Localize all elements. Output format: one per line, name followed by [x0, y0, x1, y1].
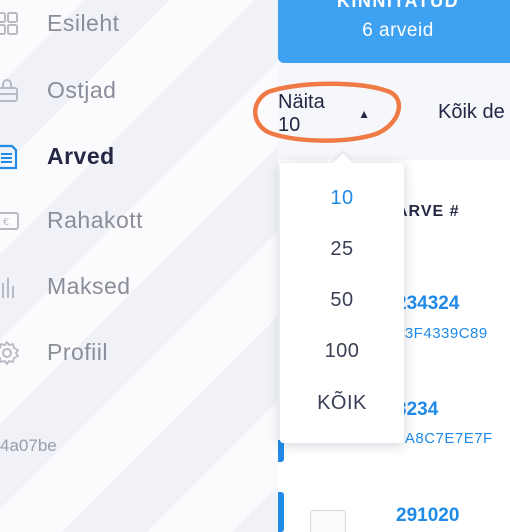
sidebar-item-label: Arved: [47, 142, 115, 169]
chevron-up-icon: ▲: [358, 107, 370, 121]
svg-text:€: €: [3, 217, 9, 228]
invoice-code: #3F4339C89: [396, 325, 488, 342]
page-size-option-all[interactable]: KÕIK: [280, 392, 404, 415]
invoice-number-link[interactable]: 234324: [396, 293, 459, 315]
sidebar-item-label: Ostjad: [47, 76, 117, 103]
column-header-invoice-number[interactable]: ARVE #: [396, 203, 460, 221]
sidebar-item-label: Profiil: [47, 338, 109, 365]
sidebar-item-label: Maksed: [47, 272, 131, 299]
invoice-document-icon: [0, 144, 18, 170]
card-title: KINNITATUD: [336, 0, 460, 11]
page-size-option-100[interactable]: 100: [280, 340, 404, 363]
page-size-select[interactable]: Näita 10 ▲: [278, 91, 370, 136]
wallet-euro-icon: €: [0, 212, 19, 230]
page-size-option-10[interactable]: 10: [280, 187, 404, 210]
sidebar-item-rahakott[interactable]: € Rahakott: [0, 200, 278, 240]
sidebar-item-label: Esileht: [47, 9, 120, 36]
dashboard-grid-icon: [0, 12, 18, 35]
status-filter[interactable]: Kõik de: [438, 101, 505, 124]
invoice-code: #A8C7E7E7F: [396, 430, 493, 447]
sidebar-item-arved[interactable]: Arved: [0, 136, 278, 176]
sidebar-item-profiil[interactable]: Profiil: [0, 332, 278, 372]
page-size-option-25[interactable]: 25: [280, 238, 404, 261]
row-status-accent: [278, 440, 284, 462]
row-status-accent: [278, 492, 284, 532]
confirmed-summary-card[interactable]: KINNITATUD 6 arveid: [278, 0, 510, 63]
buyers-icon: [0, 79, 18, 102]
sidebar-item-ostjad[interactable]: Ostjad: [0, 70, 278, 110]
card-count: 6 arveid: [362, 20, 434, 41]
sidebar: Esileht Ostjad Arved € Rahakott Maksed P…: [0, 0, 278, 532]
page-size-option-50[interactable]: 50: [280, 289, 404, 312]
invoice-number-link[interactable]: 291020: [396, 505, 459, 527]
sidebar-item-esileht[interactable]: Esileht: [0, 3, 278, 43]
page-size-select-label: Näita 10: [278, 91, 325, 136]
row-select-checkbox[interactable]: [310, 510, 346, 532]
version-hash: 4a07be: [0, 436, 57, 455]
sidebar-item-maksed[interactable]: Maksed: [0, 266, 278, 306]
gear-icon: [0, 341, 19, 365]
sidebar-item-label: Rahakott: [47, 206, 144, 233]
bar-chart-icon: [2, 278, 14, 298]
